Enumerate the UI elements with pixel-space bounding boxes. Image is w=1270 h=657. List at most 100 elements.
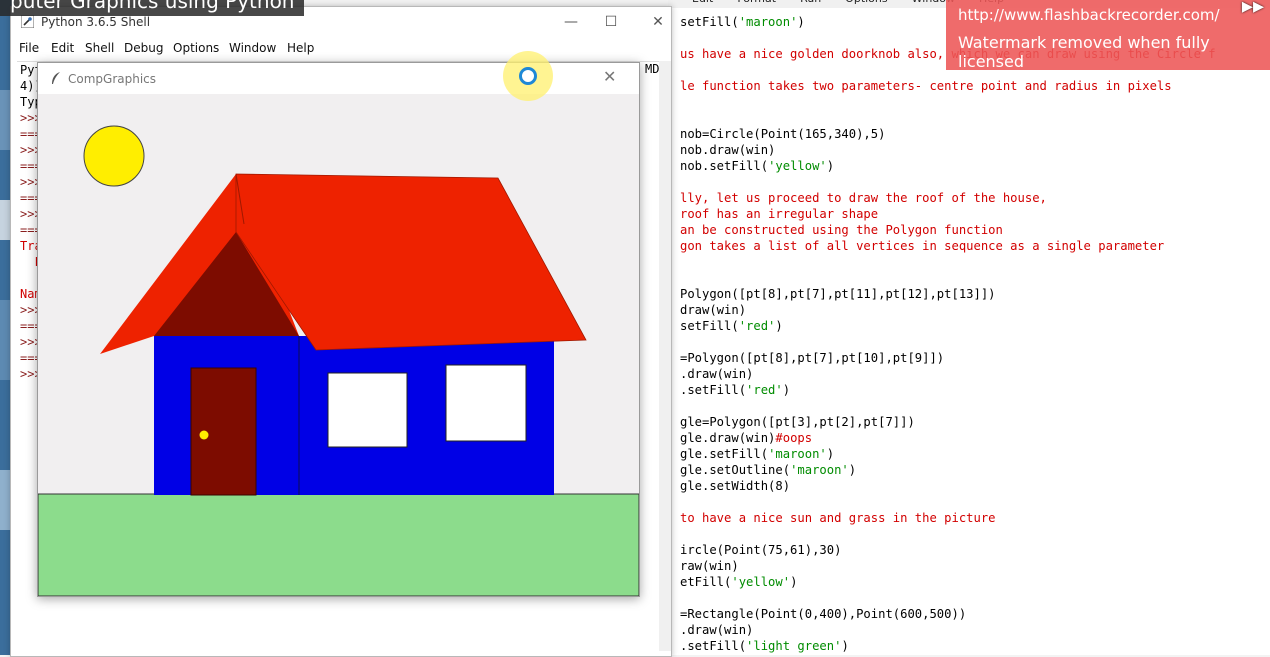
shell-menu-edit[interactable]: Edit xyxy=(51,41,74,55)
close-button[interactable]: ✕ xyxy=(603,67,616,86)
code-text: .setFill( xyxy=(680,383,747,397)
drawing-canvas[interactable] xyxy=(38,94,639,596)
code-string: 'light green' xyxy=(746,639,842,653)
code-text: nob=Circle(Point(165,340),5) xyxy=(680,127,886,141)
shell-menu-help[interactable]: Help xyxy=(287,41,314,55)
code-line: .setFill('red') xyxy=(680,382,1216,398)
code-text: ) xyxy=(826,159,835,173)
code-line: Polygon([pt[8],pt[7],pt[11],pt[12],pt[13… xyxy=(680,286,1216,302)
code-comment: an be constructed using the Polygon func… xyxy=(680,223,1003,237)
code-editor-window[interactable]: EditFormatRunOptionsWindowHelp setFill('… xyxy=(668,0,1270,655)
code-string: 'red' xyxy=(738,319,776,333)
code-text: gle.draw(win) xyxy=(680,431,776,445)
code-line: nob.setFill('yellow') xyxy=(680,158,1216,174)
code-line: nob=Circle(Point(165,340),5) xyxy=(680,126,1216,142)
code-line: lly, let us proceed to draw the roof of … xyxy=(680,190,1216,206)
watermark-text: Watermark removed when fully licensed xyxy=(958,33,1210,71)
compgraphics-window[interactable]: CompGraphics ✕ xyxy=(37,62,640,597)
editor-menu-run[interactable]: Run xyxy=(800,0,821,5)
code-text: nob.draw(win) xyxy=(680,143,776,157)
code-line: le function takes two parameters- centre… xyxy=(680,78,1216,94)
editor-menu-options[interactable]: Options xyxy=(845,0,887,5)
editor-menu-format[interactable]: Format xyxy=(737,0,776,5)
grass-rectangle xyxy=(38,493,639,596)
code-string: 'maroon' xyxy=(790,463,849,477)
code-text: ircle(Point(75,61),30) xyxy=(680,543,842,557)
door-rectangle xyxy=(190,367,257,496)
code-text: setFill( xyxy=(680,319,739,333)
code-text: draw(win) xyxy=(680,303,747,317)
shell-scrollbar[interactable] xyxy=(659,61,671,651)
code-line: gle.setWidth(8) xyxy=(680,478,1216,494)
code-line: draw(win) xyxy=(680,302,1216,318)
maximize-button[interactable]: ☐ xyxy=(596,12,626,32)
code-text: raw(win) xyxy=(680,559,739,573)
idle-logo-icon xyxy=(21,15,34,28)
code-comment: gon takes a list of all vertices in sequ… xyxy=(680,239,1165,253)
code-text: Polygon([pt[8],pt[7],pt[11],pt[12],pt[13… xyxy=(680,287,996,301)
window-right xyxy=(445,364,527,442)
code-text: =Polygon([pt[8],pt[7],pt[10],pt[9]]) xyxy=(680,351,945,365)
code-text: nob.setFill( xyxy=(680,159,769,173)
code-line: gle.draw(win)#oops xyxy=(680,430,1216,446)
code-comment: roof has an irregular shape xyxy=(680,207,879,221)
code-text: gle=Polygon([pt[3],pt[2],pt[7]]) xyxy=(680,415,915,429)
close-button[interactable]: ✕ xyxy=(643,12,673,32)
shell-menu-options[interactable]: Options xyxy=(173,41,219,55)
code-line: gle=Polygon([pt[3],pt[2],pt[7]]) xyxy=(680,414,1216,430)
code-line: gle.setOutline('maroon') xyxy=(680,462,1216,478)
minimize-button[interactable]: — xyxy=(556,12,586,32)
code-text: ) xyxy=(848,463,857,477)
fast-forward-icon[interactable]: ▸▸ xyxy=(1242,0,1264,19)
code-line: gle.setFill('maroon') xyxy=(680,446,1216,462)
code-line: ircle(Point(75,61),30) xyxy=(680,542,1216,558)
door-knob xyxy=(199,430,209,440)
shell-menu-shell[interactable]: Shell xyxy=(85,41,114,55)
code-text: gle.setWidth(8) xyxy=(680,479,791,493)
code-text: gle.setOutline( xyxy=(680,463,791,477)
recorder-watermark: http://www.flashbackrecorder.com/ Waterm… xyxy=(946,0,1270,71)
shell-menu-file[interactable]: File xyxy=(19,41,39,55)
code-string: 'red' xyxy=(746,383,783,397)
code-text: .setFill( xyxy=(680,639,747,653)
code-string: 'maroon' xyxy=(738,15,798,29)
feather-icon xyxy=(52,72,60,84)
code-comment: le function takes two parameters- centre… xyxy=(680,79,1172,93)
code-comment: lly, let us proceed to draw the roof of … xyxy=(680,191,1047,205)
code-line: gon takes a list of all vertices in sequ… xyxy=(680,238,1216,254)
code-comment: to have a nice sun and grass in the pict… xyxy=(680,511,996,525)
code-text: .draw(win) xyxy=(680,623,754,637)
shell-menu-debug[interactable]: Debug xyxy=(124,41,163,55)
code-text: gle.setFill( xyxy=(680,447,769,461)
shell-menu-window[interactable]: Window xyxy=(229,41,276,55)
code-line: an be constructed using the Polygon func… xyxy=(680,222,1216,238)
editor-code-area[interactable]: setFill('maroon') us have a nice golden … xyxy=(680,14,1216,654)
code-string: 'maroon' xyxy=(768,447,827,461)
code-string: 'yellow' xyxy=(731,575,791,589)
code-text: .draw(win) xyxy=(680,367,754,381)
compgraphics-title: CompGraphics xyxy=(68,72,157,86)
code-line: =Rectangle(Point(0,400),Point(600,500)) xyxy=(680,606,1216,622)
code-text: ) xyxy=(841,639,849,653)
code-line: .draw(win) xyxy=(680,622,1216,638)
code-line: =Polygon([pt[8],pt[7],pt[10],pt[9]]) xyxy=(680,350,1216,366)
code-text: =Rectangle(Point(0,400),Point(600,500)) xyxy=(680,607,967,621)
video-title: puter Graphics using Python xyxy=(0,0,305,16)
sun-circle xyxy=(83,125,145,187)
shell-title: Python 3.6.5 Shell xyxy=(41,15,151,29)
editor-menu-edit[interactable]: Edit xyxy=(692,0,713,5)
code-line: to have a nice sun and grass in the pict… xyxy=(680,510,1216,526)
code-text: ) xyxy=(826,447,835,461)
code-text: ) xyxy=(797,15,805,29)
code-line: setFill('red') xyxy=(680,318,1216,334)
